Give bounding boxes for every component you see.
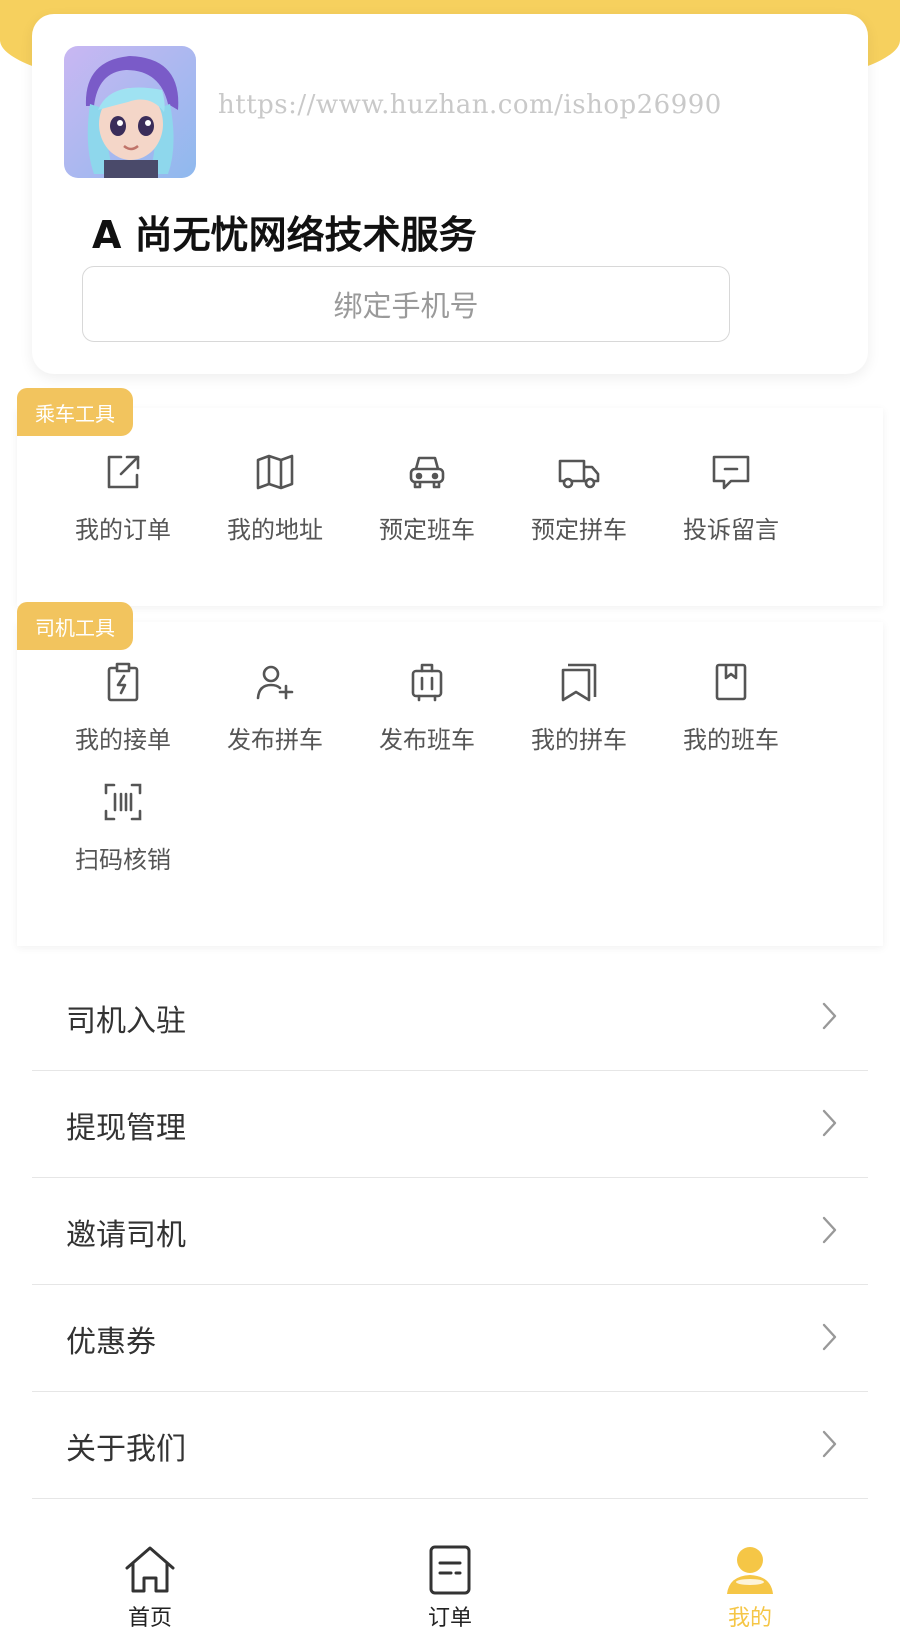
menu-label: 关于我们 xyxy=(66,1432,186,1467)
driver-tools-section: 司机工具 我的接单 发布拼车 发布班车 我的拼车 我的班车 扫码核销 xyxy=(17,602,883,946)
tool-my-carpool[interactable]: 我的拼车 xyxy=(499,662,659,772)
menu-withdraw-management[interactable]: 提现管理 xyxy=(32,1071,868,1178)
nav-home[interactable]: 首页 xyxy=(90,1544,210,1644)
order-icon xyxy=(429,1545,471,1595)
tool-label: 我的订单 xyxy=(75,516,171,544)
chevron-right-icon xyxy=(822,1109,837,1137)
tool-label: 预定拼车 xyxy=(531,516,627,544)
tool-publish-shuttle[interactable]: 发布班车 xyxy=(347,662,507,772)
chevron-right-icon xyxy=(822,1323,837,1351)
nav-label: 我的 xyxy=(727,1606,772,1631)
tool-label: 预定班车 xyxy=(379,516,475,544)
tool-book-shuttle[interactable]: 预定班车 xyxy=(347,452,507,562)
tool-book-carpool[interactable]: 预定拼车 xyxy=(499,452,659,562)
menu-label: 提现管理 xyxy=(66,1111,186,1146)
section-badge: 司机工具 xyxy=(17,602,133,650)
avatar[interactable] xyxy=(64,46,196,178)
profile-card: https://www.huzhan.com/ishop26990 A 尚无忧网… xyxy=(32,14,868,374)
user-name: A 尚无忧网络技术服务 xyxy=(92,213,477,257)
tool-label: 投诉留言 xyxy=(683,516,779,544)
tool-my-orders[interactable]: 我的订单 xyxy=(43,452,203,562)
nav-label: 订单 xyxy=(427,1606,472,1631)
chevron-right-icon xyxy=(822,1216,837,1244)
menu-coupons[interactable]: 优惠券 xyxy=(32,1285,868,1392)
tool-label: 发布班车 xyxy=(379,726,475,754)
menu-label: 优惠券 xyxy=(66,1325,156,1360)
message-icon xyxy=(712,455,750,490)
tool-publish-carpool[interactable]: 发布拼车 xyxy=(195,662,355,772)
tool-label: 我的班车 xyxy=(683,726,779,754)
menu-invite-driver[interactable]: 邀请司机 xyxy=(32,1178,868,1285)
tool-label: 我的接单 xyxy=(75,726,171,754)
tool-my-accepted-orders[interactable]: 我的接单 xyxy=(43,662,203,772)
section-badge: 乘车工具 xyxy=(17,388,133,436)
nav-orders[interactable]: 订单 xyxy=(390,1544,510,1644)
clipboard-bolt-icon xyxy=(107,662,139,702)
tool-label: 我的地址 xyxy=(227,516,323,544)
tool-label: 我的拼车 xyxy=(531,726,627,754)
bind-phone-button[interactable]: 绑定手机号 xyxy=(82,266,730,342)
external-link-icon xyxy=(107,455,140,489)
passenger-tools-section: 乘车工具 我的订单 我的地址 预定班车 预定拼车 投诉留言 xyxy=(17,388,883,606)
nav-mine[interactable]: 我的 xyxy=(690,1544,810,1644)
menu-about-us[interactable]: 关于我们 xyxy=(32,1392,868,1499)
chevron-right-icon xyxy=(822,1430,837,1458)
map-icon xyxy=(256,454,294,490)
book-icon xyxy=(715,663,747,701)
tool-label: 扫码核销 xyxy=(75,846,171,874)
tool-complaint-message[interactable]: 投诉留言 xyxy=(651,452,811,562)
truck-icon xyxy=(558,459,600,489)
barcode-scan-icon xyxy=(104,783,142,821)
car-icon xyxy=(409,456,445,489)
nav-label: 首页 xyxy=(127,1606,172,1631)
tool-scan-verify[interactable]: 扫码核销 xyxy=(43,782,203,892)
user-icon xyxy=(727,1547,773,1594)
tool-label: 发布拼车 xyxy=(227,726,323,754)
user-add-icon xyxy=(256,665,294,700)
bookmarks-icon xyxy=(561,663,597,702)
chevron-right-icon xyxy=(822,1002,837,1030)
tool-my-address[interactable]: 我的地址 xyxy=(195,452,355,562)
menu-driver-join[interactable]: 司机入驻 xyxy=(32,964,868,1071)
menu-label: 邀请司机 xyxy=(66,1218,186,1253)
home-icon xyxy=(125,1546,175,1593)
menu-label: 司机入驻 xyxy=(66,1004,186,1039)
tool-my-shuttle[interactable]: 我的班车 xyxy=(651,662,811,772)
luggage-icon xyxy=(411,663,443,702)
bottom-nav: 首页 订单 我的 xyxy=(0,1530,900,1646)
watermark-url: https://www.huzhan.com/ishop26990 xyxy=(218,90,722,120)
